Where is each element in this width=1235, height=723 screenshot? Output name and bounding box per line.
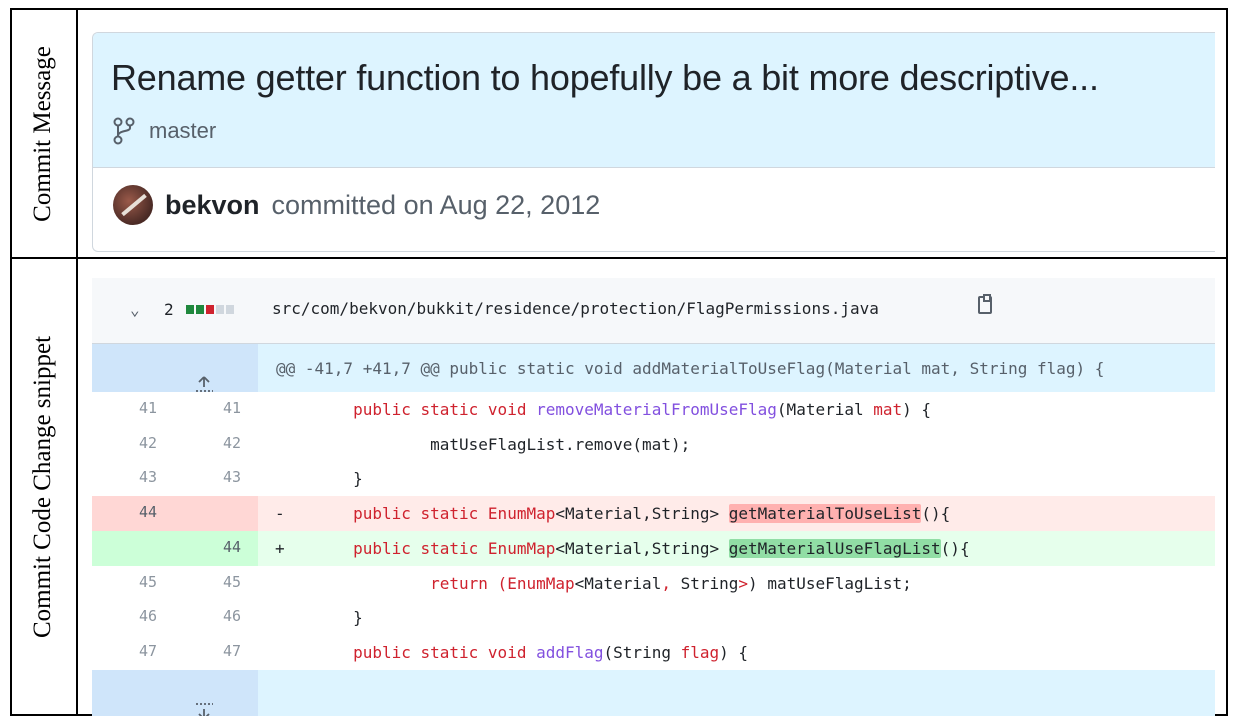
commit-author-row: bekvon committed on Aug 22, 2012 — [113, 185, 600, 225]
commit-header: Rename getter function to hopefully be a… — [93, 33, 1215, 168]
code-line: } — [353, 608, 363, 627]
row-label-text: Commit Message — [29, 45, 56, 222]
table-divider-horizontal — [10, 257, 1228, 259]
diff-line-deleted: 44 - public static EnumMap<Material,Stri… — [92, 496, 1215, 531]
new-line-number[interactable]: 46 — [212, 607, 252, 625]
new-line-number[interactable]: 43 — [212, 468, 252, 486]
hunk-row: @@ -41,7 +41,7 @@ public static void add… — [92, 344, 1215, 392]
git-branch-icon — [113, 117, 135, 145]
avatar[interactable] — [113, 185, 153, 225]
hunk-header: @@ -41,7 +41,7 @@ public static void add… — [258, 344, 1215, 392]
row-label-code-change: Commit Code Change snippet — [10, 259, 76, 714]
code-line: public static void addFlag(String flag) … — [353, 643, 749, 662]
old-line-number[interactable]: 46 — [128, 607, 168, 625]
branch-name: master — [149, 118, 217, 143]
diff-line: 41 41 public static void removeMaterialF… — [92, 392, 1215, 427]
diff-line: 46 46 } — [92, 600, 1215, 635]
row-label-commit-message: Commit Message — [10, 10, 76, 257]
diff-view: ⌄ 2 src/com/bekvon/bukkit/residence/prot… — [92, 278, 1215, 716]
hunk-header-text: @@ -41,7 +41,7 @@ public static void add… — [276, 359, 1105, 378]
code-line: public static EnumMap<Material,String> g… — [353, 504, 951, 523]
commit-title: Rename getter function to hopefully be a… — [111, 57, 1099, 98]
diff-line-added: 44 + public static EnumMap<Material,Stri… — [92, 531, 1215, 566]
diffstat-block — [186, 305, 194, 314]
diff-line: 45 45 return (EnumMap<Material, String>)… — [92, 566, 1215, 601]
new-line-number[interactable]: 45 — [212, 573, 252, 591]
expand-up-icon[interactable] — [92, 344, 258, 392]
new-line-number[interactable]: 41 — [212, 399, 252, 417]
old-line-number[interactable]: 43 — [128, 468, 168, 486]
old-line-number[interactable]: 47 — [128, 642, 168, 660]
old-line-number[interactable]: 45 — [128, 573, 168, 591]
code-line: return (EnumMap<Material, String>) matUs… — [430, 574, 912, 593]
diff-line: 47 47 public static void addFlag(String … — [92, 635, 1215, 670]
diffstat-block — [196, 305, 204, 314]
new-line-number[interactable]: 44 — [212, 538, 252, 556]
code-line: public static void removeMaterialFromUse… — [353, 400, 932, 419]
code-line: } — [353, 469, 363, 488]
old-line-number[interactable]: 42 — [128, 434, 168, 452]
diffstat-block — [216, 305, 224, 314]
expand-down-icon[interactable] — [92, 670, 258, 716]
file-header: ⌄ 2 src/com/bekvon/bukkit/residence/prot… — [92, 278, 1215, 344]
old-line-number[interactable]: 41 — [128, 399, 168, 417]
code-line: public static EnumMap<Material,String> g… — [353, 539, 970, 558]
commit-date: committed on Aug 22, 2012 — [271, 189, 601, 220]
deleted-gutter — [92, 496, 258, 531]
expand-bar — [258, 670, 1215, 716]
new-line-number[interactable]: 42 — [212, 434, 252, 452]
file-path[interactable]: src/com/bekvon/bukkit/residence/protecti… — [272, 299, 879, 318]
row-label-text: Commit Code Change snippet — [29, 335, 57, 638]
chevron-down-icon[interactable]: ⌄ — [130, 300, 140, 319]
new-line-number[interactable]: 47 — [212, 642, 252, 660]
expand-row — [92, 670, 1215, 716]
diffstat-blocks — [186, 305, 234, 314]
changes-count: 2 — [164, 300, 174, 319]
table-divider-vertical — [76, 8, 78, 716]
branch-indicator[interactable]: master — [113, 117, 216, 145]
diff-line: 43 43 } — [92, 461, 1215, 496]
diff-line: 42 42 matUseFlagList.remove(mat); — [92, 427, 1215, 462]
copy-icon[interactable] — [978, 294, 992, 314]
commit-card: Rename getter function to hopefully be a… — [92, 32, 1215, 252]
diffstat-block — [226, 305, 234, 314]
old-line-number[interactable]: 44 — [128, 503, 168, 521]
diffstat-block — [206, 305, 214, 314]
author-name[interactable]: bekvon — [165, 190, 260, 221]
code-line: matUseFlagList.remove(mat); — [430, 435, 691, 454]
